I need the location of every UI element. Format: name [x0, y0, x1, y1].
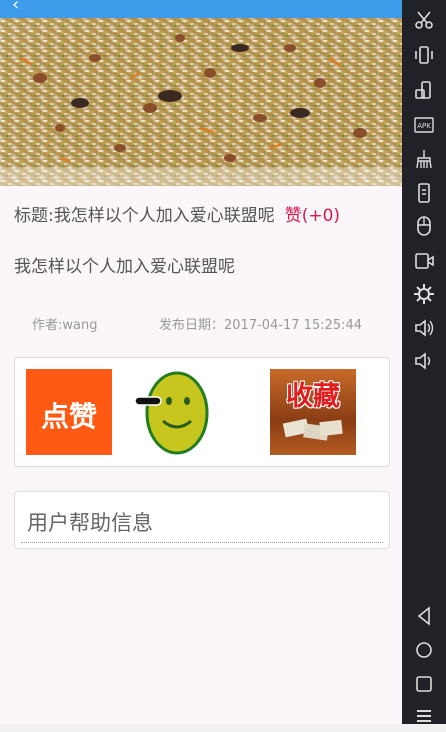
camera-icon[interactable] [412, 248, 436, 272]
mouse-icon[interactable] [412, 214, 436, 238]
favorite-button[interactable]: 收藏 [270, 369, 356, 455]
like-button-label: 点赞 [40, 400, 97, 433]
likes-count[interactable]: 赞(+0) [285, 206, 340, 226]
top-bar: ‹ [0, 0, 402, 18]
app-screen: ‹ 标题:我怎样以个人加入爱心联盟呢 赞(+0) 我怎样以个人加入爱心联盟呢 作… [0, 0, 402, 724]
menu-icon[interactable] [412, 704, 436, 728]
post-content: 我怎样以个人加入爱心联盟呢 [14, 257, 235, 277]
nav-home-icon[interactable] [412, 638, 436, 662]
svg-text:APK: APK [417, 122, 431, 130]
scissors-icon[interactable] [412, 8, 436, 32]
screenshot-icon[interactable] [412, 181, 436, 205]
post-image [0, 18, 402, 186]
vibrate-icon[interactable] [412, 43, 436, 67]
settings-icon[interactable] [412, 282, 436, 306]
back-arrow-icon[interactable]: ‹ [12, 0, 19, 15]
emulator-toolbar: APK [402, 0, 446, 724]
volume-up-icon[interactable] [412, 316, 436, 340]
post-title: 标题:我怎样以个人加入爱心联盟呢 [14, 206, 275, 226]
post-date: 发布日期：2017-04-17 15:25:44 [159, 318, 363, 333]
broom-icon[interactable] [412, 147, 436, 171]
post-title-row: 标题:我怎样以个人加入爱心联盟呢 赞(+0) [14, 201, 394, 226]
action-panel: 点赞 收藏 [14, 357, 390, 467]
volume-down-icon[interactable] [412, 349, 436, 373]
smile-icon[interactable] [133, 369, 219, 455]
nav-recents-icon[interactable] [412, 672, 436, 696]
help-divider [21, 542, 383, 543]
help-info-title: 用户帮助信息 [27, 511, 153, 535]
post-author: 作者:wang [32, 318, 98, 333]
like-button[interactable]: 点赞 [26, 369, 112, 455]
nav-back-icon[interactable] [412, 604, 436, 628]
help-info-box[interactable]: 用户帮助信息 [14, 491, 390, 549]
apk-icon[interactable]: APK [412, 113, 436, 137]
rotate-icon[interactable] [412, 78, 436, 102]
